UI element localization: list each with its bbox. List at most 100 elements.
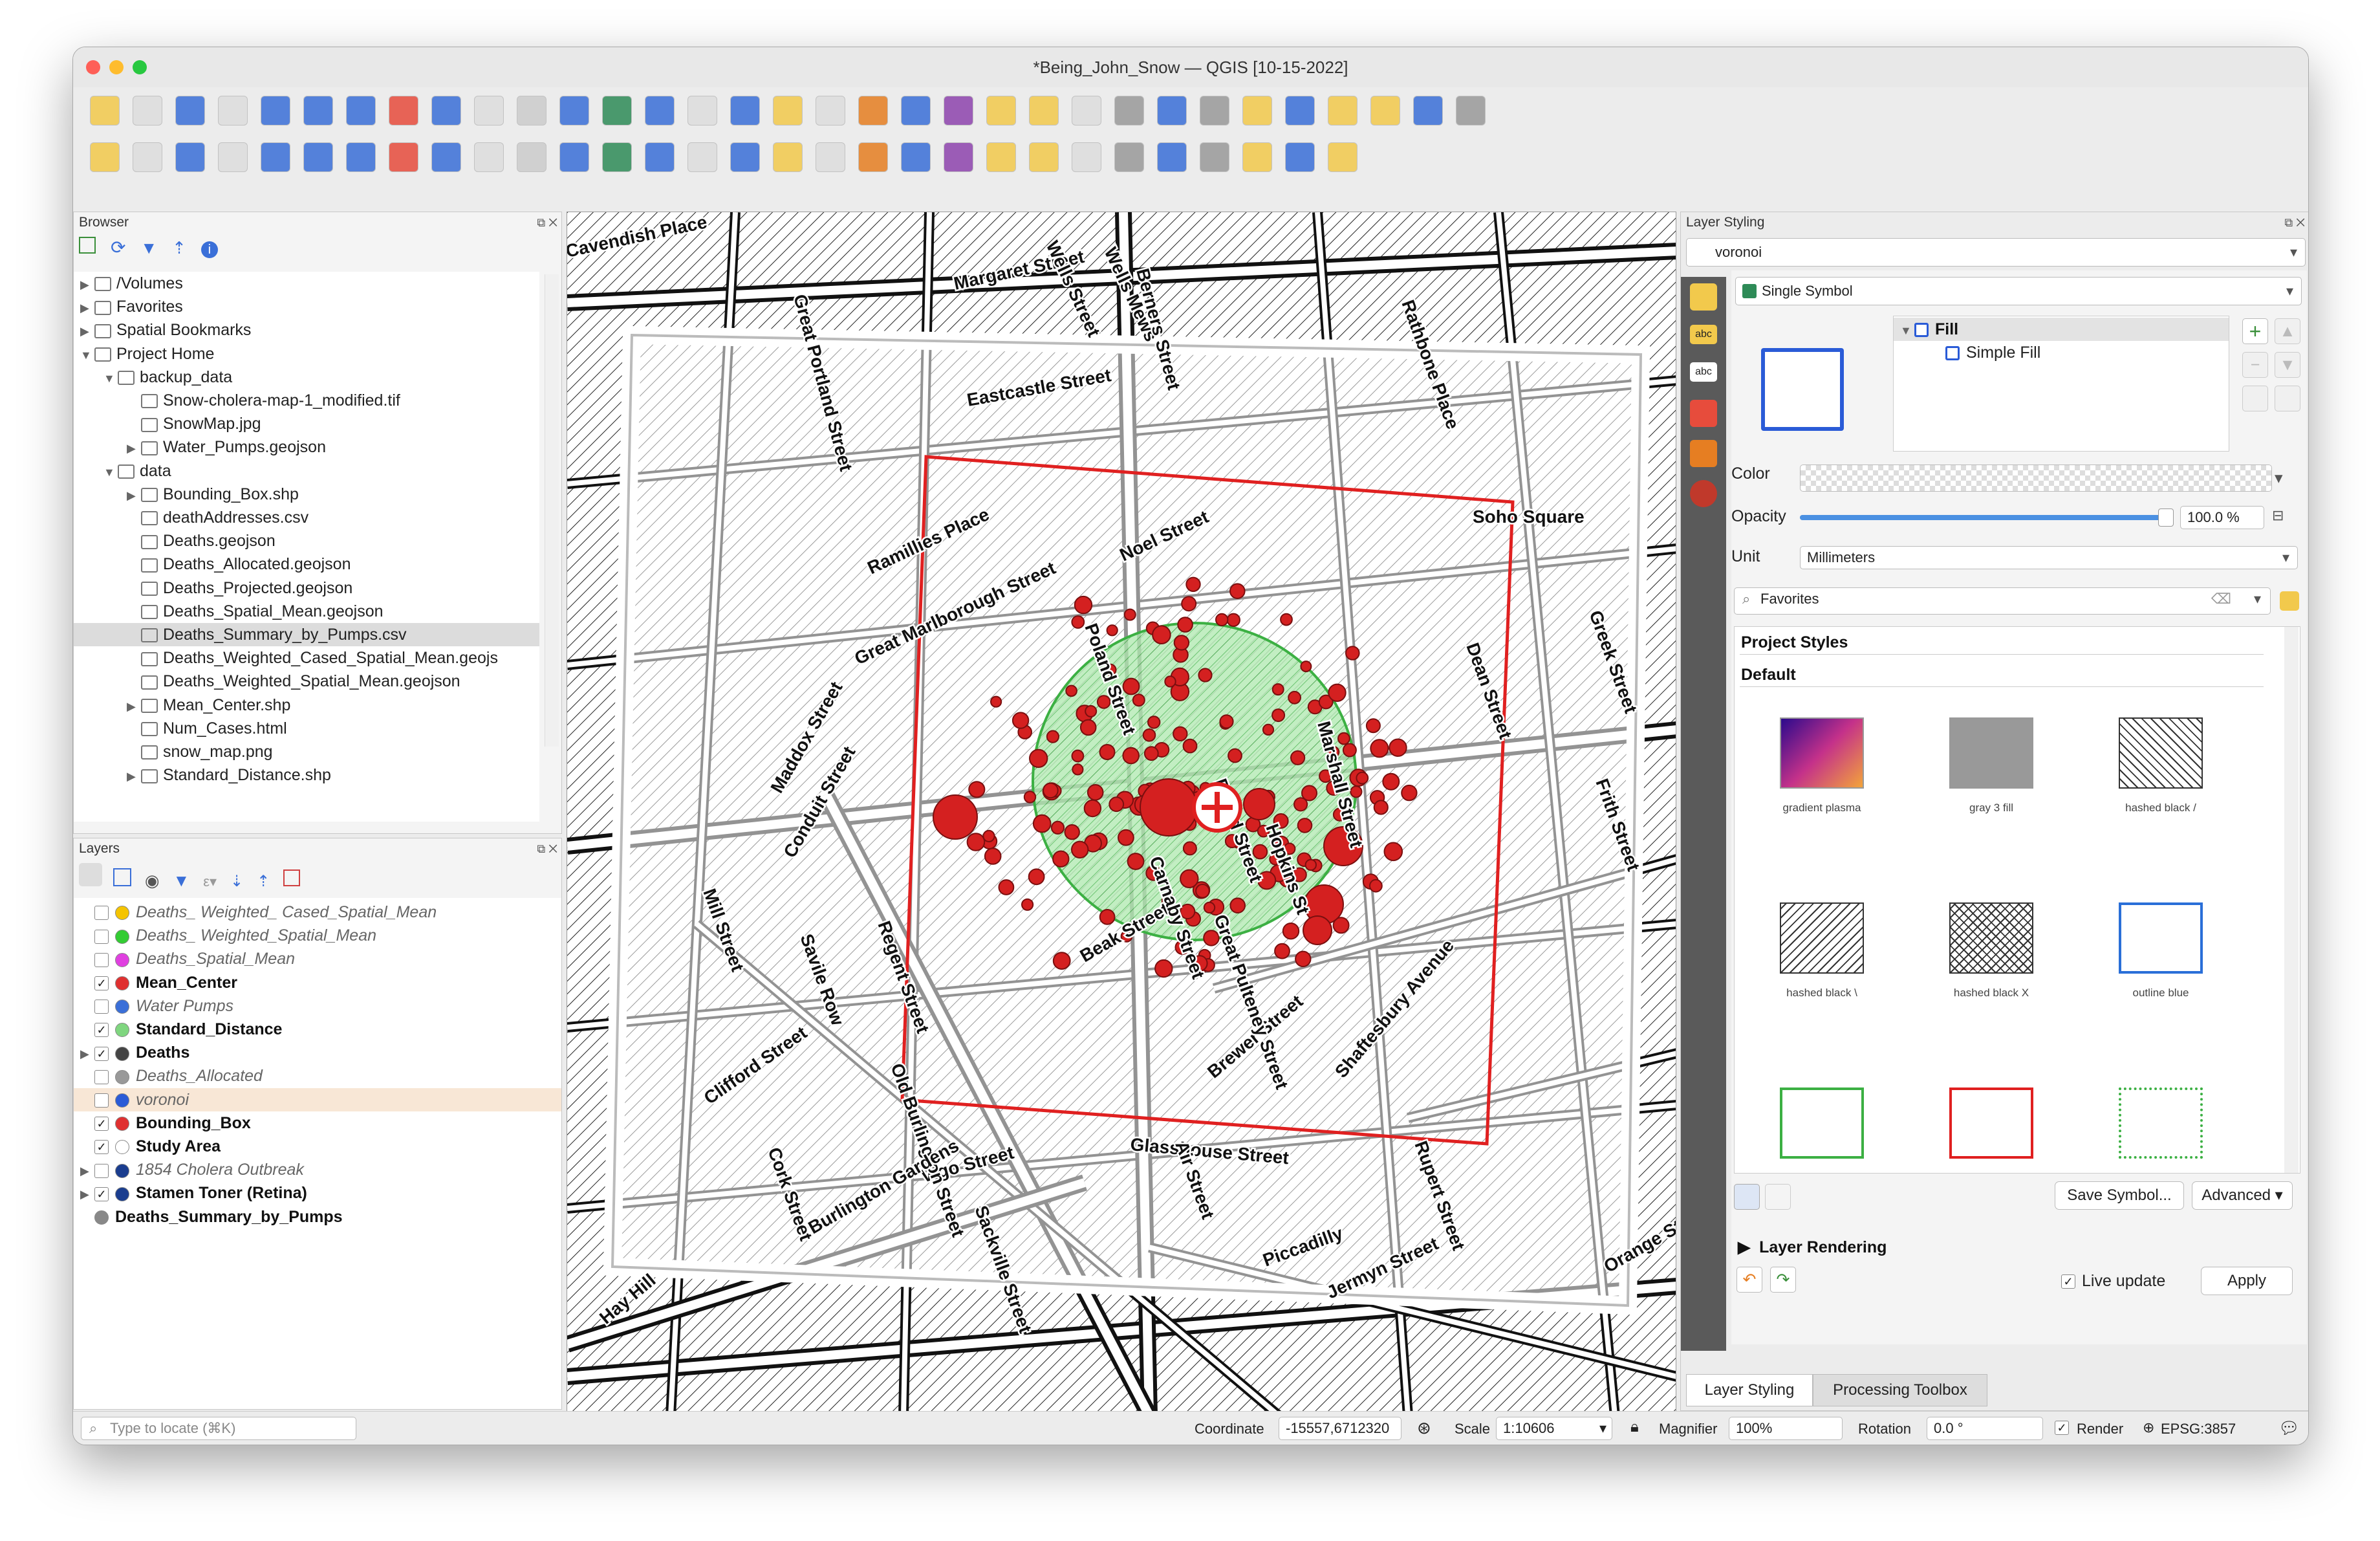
tb1-tool-icon-22[interactable] <box>986 96 1016 126</box>
rotation-spinbox[interactable]: 0.0 ° <box>1927 1417 2043 1440</box>
tb1-tool-icon-10[interactable] <box>474 96 504 126</box>
tb2-tool-icon-14[interactable] <box>645 142 675 172</box>
browser-item[interactable]: ▶ Water_Pumps.geojson <box>74 435 539 459</box>
icon-view-button[interactable] <box>1734 1184 1760 1210</box>
browser-item[interactable]: ▼ data <box>74 459 539 483</box>
tb1-tool-icon-13[interactable] <box>602 96 632 126</box>
chevron-right-icon[interactable]: ▶ <box>80 1159 94 1183</box>
tb1-tool-icon-27[interactable] <box>1200 96 1229 126</box>
tb2-tool-icon-11[interactable] <box>517 142 546 172</box>
chevron-down-icon[interactable]: ▼ <box>103 461 118 484</box>
tb2-tool-icon-12[interactable] <box>559 142 589 172</box>
layer-visibility-checkbox[interactable] <box>94 1000 109 1014</box>
layer-item[interactable]: Deaths_ Weighted_ Cased_Spatial_Mean <box>74 901 561 924</box>
collapse-all-layers-icon[interactable]: ⇡ <box>257 872 270 891</box>
locator-input[interactable]: ⌕ Type to locate (⌘K) <box>81 1417 356 1440</box>
tb2-tool-icon-18[interactable] <box>816 142 845 172</box>
chevron-right-icon[interactable]: ▶ <box>80 1183 94 1206</box>
lock-scale-icon[interactable]: 🔒︎ <box>1630 1418 1639 1436</box>
tab-processing-toolbox[interactable]: Processing Toolbox <box>1813 1374 1987 1406</box>
tb1-tool-icon-5[interactable] <box>261 96 290 126</box>
3d-view-tab-icon[interactable] <box>1690 400 1717 427</box>
zoom-window-button[interactable] <box>133 60 147 74</box>
remove-layer-icon[interactable] <box>283 869 301 886</box>
tb2-tool-icon-13[interactable] <box>602 142 632 172</box>
unit-selector[interactable]: Millimeters ▾ <box>1800 546 2298 569</box>
browser-item[interactable]: deathAddresses.csv <box>74 506 539 529</box>
browser-item[interactable]: ▶ Bounding_Box.shp <box>74 483 539 506</box>
tb2-tool-icon-8[interactable] <box>389 142 418 172</box>
opacity-spinbox[interactable]: 100.0 % <box>2180 506 2264 529</box>
browser-panel-close-icon[interactable]: ⧉ ✕ <box>537 216 557 230</box>
layer-visibility-checkbox[interactable] <box>94 1069 109 1084</box>
tb2-tool-icon-21[interactable] <box>944 142 973 172</box>
tb1-tool-icon-21[interactable] <box>944 96 973 126</box>
tb2-tool-icon-17[interactable] <box>773 142 803 172</box>
tb1-tool-icon-15[interactable] <box>687 96 717 126</box>
tb2-tool-icon-20[interactable] <box>901 142 931 172</box>
map-svg[interactable]: Cavendish PlaceGreat Portland StreetMarg… <box>567 212 1676 1415</box>
chevron-down-icon[interactable]: ▾ <box>2254 588 2261 610</box>
expand-all-icon[interactable]: ⇣ <box>230 872 243 891</box>
symbol-swatch[interactable] <box>1949 902 2033 974</box>
live-update-checkbox[interactable]: ✓ Live update <box>2061 1269 2165 1293</box>
scale-selector[interactable]: 1:10606 ▾ <box>1496 1417 1612 1440</box>
layer-item[interactable]: voronoi <box>74 1087 561 1111</box>
symbology-tab-icon[interactable] <box>1690 283 1717 311</box>
add-group-icon[interactable] <box>113 868 131 886</box>
layer-item[interactable]: ▶ ✓ Stamen Toner (Retina) <box>74 1181 561 1205</box>
filter-legend-icon[interactable]: ▼ <box>173 871 190 891</box>
browser-item[interactable]: ▼ Project Home <box>74 342 539 366</box>
symbol-search-input[interactable]: ⌕ Favorites ⌫ ▾ <box>1734 587 2271 615</box>
tb1-tool-icon-4[interactable] <box>218 96 248 126</box>
tb1-tool-icon-1[interactable] <box>90 96 120 126</box>
tb2-tool-icon-7[interactable] <box>346 142 376 172</box>
tb2-tool-icon-30[interactable] <box>1328 142 1358 172</box>
tb1-tool-icon-28[interactable] <box>1242 96 1272 126</box>
tb2-tool-icon-29[interactable] <box>1285 142 1315 172</box>
layer-rendering-toggle[interactable]: ▶ Layer Rendering <box>1738 1236 1887 1259</box>
history-tab-icon[interactable] <box>1690 480 1717 507</box>
info-icon[interactable]: i <box>200 241 218 258</box>
collapse-all-icon[interactable]: ⇡ <box>172 238 186 258</box>
magnifier-spinbox[interactable]: 100% <box>1729 1417 1843 1440</box>
messages-icon[interactable]: 💬︎ <box>2278 1418 2300 1438</box>
layer-item[interactable]: Deaths_ Weighted_Spatial_Mean <box>74 924 561 947</box>
labels-tab-icon[interactable]: abc <box>1690 325 1717 344</box>
browser-item[interactable]: Deaths_Weighted_Spatial_Mean.geojson <box>74 670 539 693</box>
chevron-right-icon[interactable]: ▶ <box>80 273 94 296</box>
layer-visibility-checkbox[interactable]: ✓ <box>94 1046 109 1061</box>
tb1-tool-icon-14[interactable] <box>645 96 675 126</box>
layer-visibility-checkbox[interactable] <box>94 952 109 967</box>
chevron-right-icon[interactable]: ▶ <box>80 296 94 320</box>
browser-item[interactable]: Deaths_Weighted_Cased_Spatial_Mean.geojs <box>74 646 539 670</box>
add-selected-icon[interactable] <box>79 237 96 254</box>
layer-visibility-checkbox[interactable] <box>94 1093 109 1108</box>
tb2-tool-icon-28[interactable] <box>1242 142 1272 172</box>
chevron-down-icon[interactable]: ▼ <box>80 344 94 367</box>
tb1-tool-icon-6[interactable] <box>303 96 333 126</box>
tb2-tool-icon-10[interactable] <box>474 142 504 172</box>
close-window-button[interactable] <box>86 60 100 74</box>
tb1-tool-icon-30[interactable] <box>1328 96 1358 126</box>
tb1-tool-icon-2[interactable] <box>133 96 162 126</box>
filter-icon[interactable]: ▼ <box>140 238 157 258</box>
browser-item[interactable]: ▶ Mean_Center.shp <box>74 694 539 717</box>
tb2-tool-icon-4[interactable] <box>218 142 248 172</box>
symbol-swatch[interactable] <box>1949 1087 2033 1159</box>
tb1-tool-icon-24[interactable] <box>1072 96 1101 126</box>
tb1-tool-icon-33[interactable] <box>1456 96 1486 126</box>
tb1-tool-icon-18[interactable] <box>816 96 845 126</box>
layer-visibility-checkbox[interactable] <box>94 929 109 944</box>
chevron-right-icon[interactable]: ▶ <box>80 1042 94 1066</box>
browser-item[interactable]: Deaths_Spatial_Mean.geojson <box>74 600 539 623</box>
layer-visibility-checkbox[interactable]: ✓ <box>94 1140 109 1155</box>
opacity-slider-handle[interactable] <box>2158 508 2174 527</box>
layer-item[interactable]: ✓ Mean_Center <box>74 971 561 994</box>
symbol-swatch[interactable] <box>2119 1087 2203 1159</box>
layer-visibility-checkbox[interactable] <box>94 906 109 921</box>
tb1-tool-icon-26[interactable] <box>1157 96 1187 126</box>
remove-symbol-layer-button[interactable]: − <box>2242 352 2268 378</box>
tb1-tool-icon-8[interactable] <box>389 96 418 126</box>
eye-icon[interactable]: ◉ <box>145 871 160 891</box>
